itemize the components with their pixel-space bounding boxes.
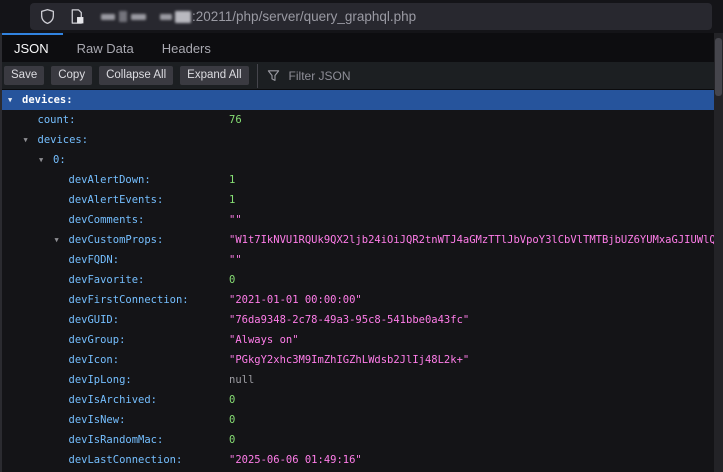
json-tree-row[interactable]: devComments: "" [2, 210, 714, 230]
json-key: devFavorite: [69, 270, 145, 290]
json-key: devIpLong: [69, 370, 132, 390]
json-key: devFQDN: [69, 250, 120, 270]
json-value: "" [229, 210, 242, 230]
json-tree-row[interactable]: ▼ devices: [2, 130, 714, 150]
toolbar-separator [257, 64, 258, 88]
json-key: devices: [38, 130, 89, 150]
json-value: 76 [229, 110, 242, 130]
json-value: 1 [229, 190, 235, 210]
json-tree-row[interactable]: ▼ devices: [2, 90, 714, 110]
json-key: count: [38, 110, 76, 130]
json-tree-row[interactable]: ▼ devCustomProps: "W1t7IkNVU1RQUk9QX2ljb… [2, 230, 714, 250]
redacted-host [101, 11, 191, 23]
expander-arrow-icon[interactable]: ▼ [8, 90, 12, 110]
json-key: devIsArchived: [69, 390, 158, 410]
json-key: devCustomProps: [69, 230, 164, 250]
json-key: 0: [53, 150, 66, 170]
toolbar-buttons: Save Copy Collapse All Expand All [0, 66, 249, 85]
json-value: "W1t7IkNVU1RQUk9QX2ljb24iOiJQR2tnWTJ4aGM… [229, 230, 714, 250]
expander-arrow-icon[interactable]: ▼ [55, 230, 59, 250]
json-tree-row[interactable]: count: 76 [2, 110, 714, 130]
viewer-tab-headers[interactable]: Headers [148, 33, 225, 62]
url-text: :20211/php/server/query_graphql.php [192, 9, 416, 24]
filter-funnel-icon [267, 69, 280, 82]
copy-button[interactable]: Copy [51, 66, 92, 85]
json-tree-row[interactable]: devIpLong: null [2, 370, 714, 390]
json-key: devIsNew: [69, 410, 126, 430]
json-key: devices: [22, 90, 73, 110]
vertical-scrollbar[interactable] [714, 33, 723, 472]
scrollbar-thumb[interactable] [715, 38, 722, 96]
json-viewer-toolbar: Save Copy Collapse All Expand All [0, 62, 723, 90]
json-key: devComments: [69, 210, 145, 230]
json-tree-row[interactable]: devAlertDown: 1 [2, 170, 714, 190]
json-value: "76da9348-2c78-49a3-95c8-541bbe0a43fc" [229, 310, 469, 330]
json-key: devIsRandomMac: [69, 430, 164, 450]
json-tree-row[interactable]: devIcon: "PGkgY2xhc3M9ImZhIGZhLWdsb2JlIj… [2, 350, 714, 370]
save-button[interactable]: Save [4, 66, 44, 85]
window-left-edge [0, 33, 2, 472]
json-key: devIcon: [69, 350, 120, 370]
expander-arrow-icon[interactable]: ▼ [39, 150, 43, 170]
shield-icon[interactable] [39, 8, 56, 25]
json-value: 0 [229, 390, 235, 410]
json-tree-row[interactable]: devIsArchived: 0 [2, 390, 714, 410]
json-value: "2025-06-06 01:49:16" [229, 450, 362, 470]
json-key: devLastConnection: [69, 450, 183, 470]
page-icon[interactable] [68, 8, 85, 25]
json-value: "2021-01-01 00:00:00" [229, 290, 362, 310]
json-value: "" [229, 250, 242, 270]
json-key: devGroup: [69, 330, 126, 350]
json-value: 0 [229, 410, 235, 430]
json-value: 0 [229, 270, 235, 290]
json-key: devGUID: [69, 310, 120, 330]
json-key: devFirstConnection: [69, 290, 189, 310]
json-tree-row[interactable]: devAlertEvents: 1 [2, 190, 714, 210]
json-tree-row[interactable]: devFQDN: "" [2, 250, 714, 270]
viewer-tab-json[interactable]: JSON [0, 33, 63, 62]
url-bar[interactable]: :20211/php/server/query_graphql.php [30, 3, 712, 30]
json-tree-row[interactable]: devLastConnection: "2025-06-06 01:49:16" [2, 450, 714, 470]
json-tree-row[interactable]: devGroup: "Always on" [2, 330, 714, 350]
viewer-tab-raw-data[interactable]: Raw Data [63, 33, 148, 62]
json-tree-row[interactable]: devIsRandomMac: 0 [2, 430, 714, 450]
json-tree-row[interactable]: devIsNew: 0 [2, 410, 714, 430]
filter-json-input[interactable] [287, 68, 431, 84]
json-viewer-tab-bar: JSONRaw DataHeaders [0, 33, 723, 63]
json-value: null [229, 370, 254, 390]
filter-area [267, 68, 431, 84]
json-tree-row[interactable]: devFirstConnection: "2021-01-01 00:00:00… [2, 290, 714, 310]
json-value: 1 [229, 170, 235, 190]
expand-all-button[interactable]: Expand All [180, 66, 248, 85]
json-tree-row[interactable]: devFavorite: 0 [2, 270, 714, 290]
json-key: devAlertDown: [69, 170, 151, 190]
json-value: "Always on" [229, 330, 299, 350]
json-value: 0 [229, 430, 235, 450]
json-tree-row[interactable]: devGUID: "76da9348-2c78-49a3-95c8-541bbe… [2, 310, 714, 330]
expander-arrow-icon[interactable]: ▼ [24, 130, 28, 150]
collapse-all-button[interactable]: Collapse All [99, 66, 173, 85]
json-tree-row[interactable]: ▼ 0: [2, 150, 714, 170]
json-key: devAlertEvents: [69, 190, 164, 210]
json-tree: ▼ devices: count: 76 ▼ devices: ▼ 0: dev… [0, 90, 723, 472]
json-value: "PGkgY2xhc3M9ImZhIGZhLWdsb2JlIj48L2k+" [229, 350, 469, 370]
browser-chrome: :20211/php/server/query_graphql.php [0, 0, 723, 34]
